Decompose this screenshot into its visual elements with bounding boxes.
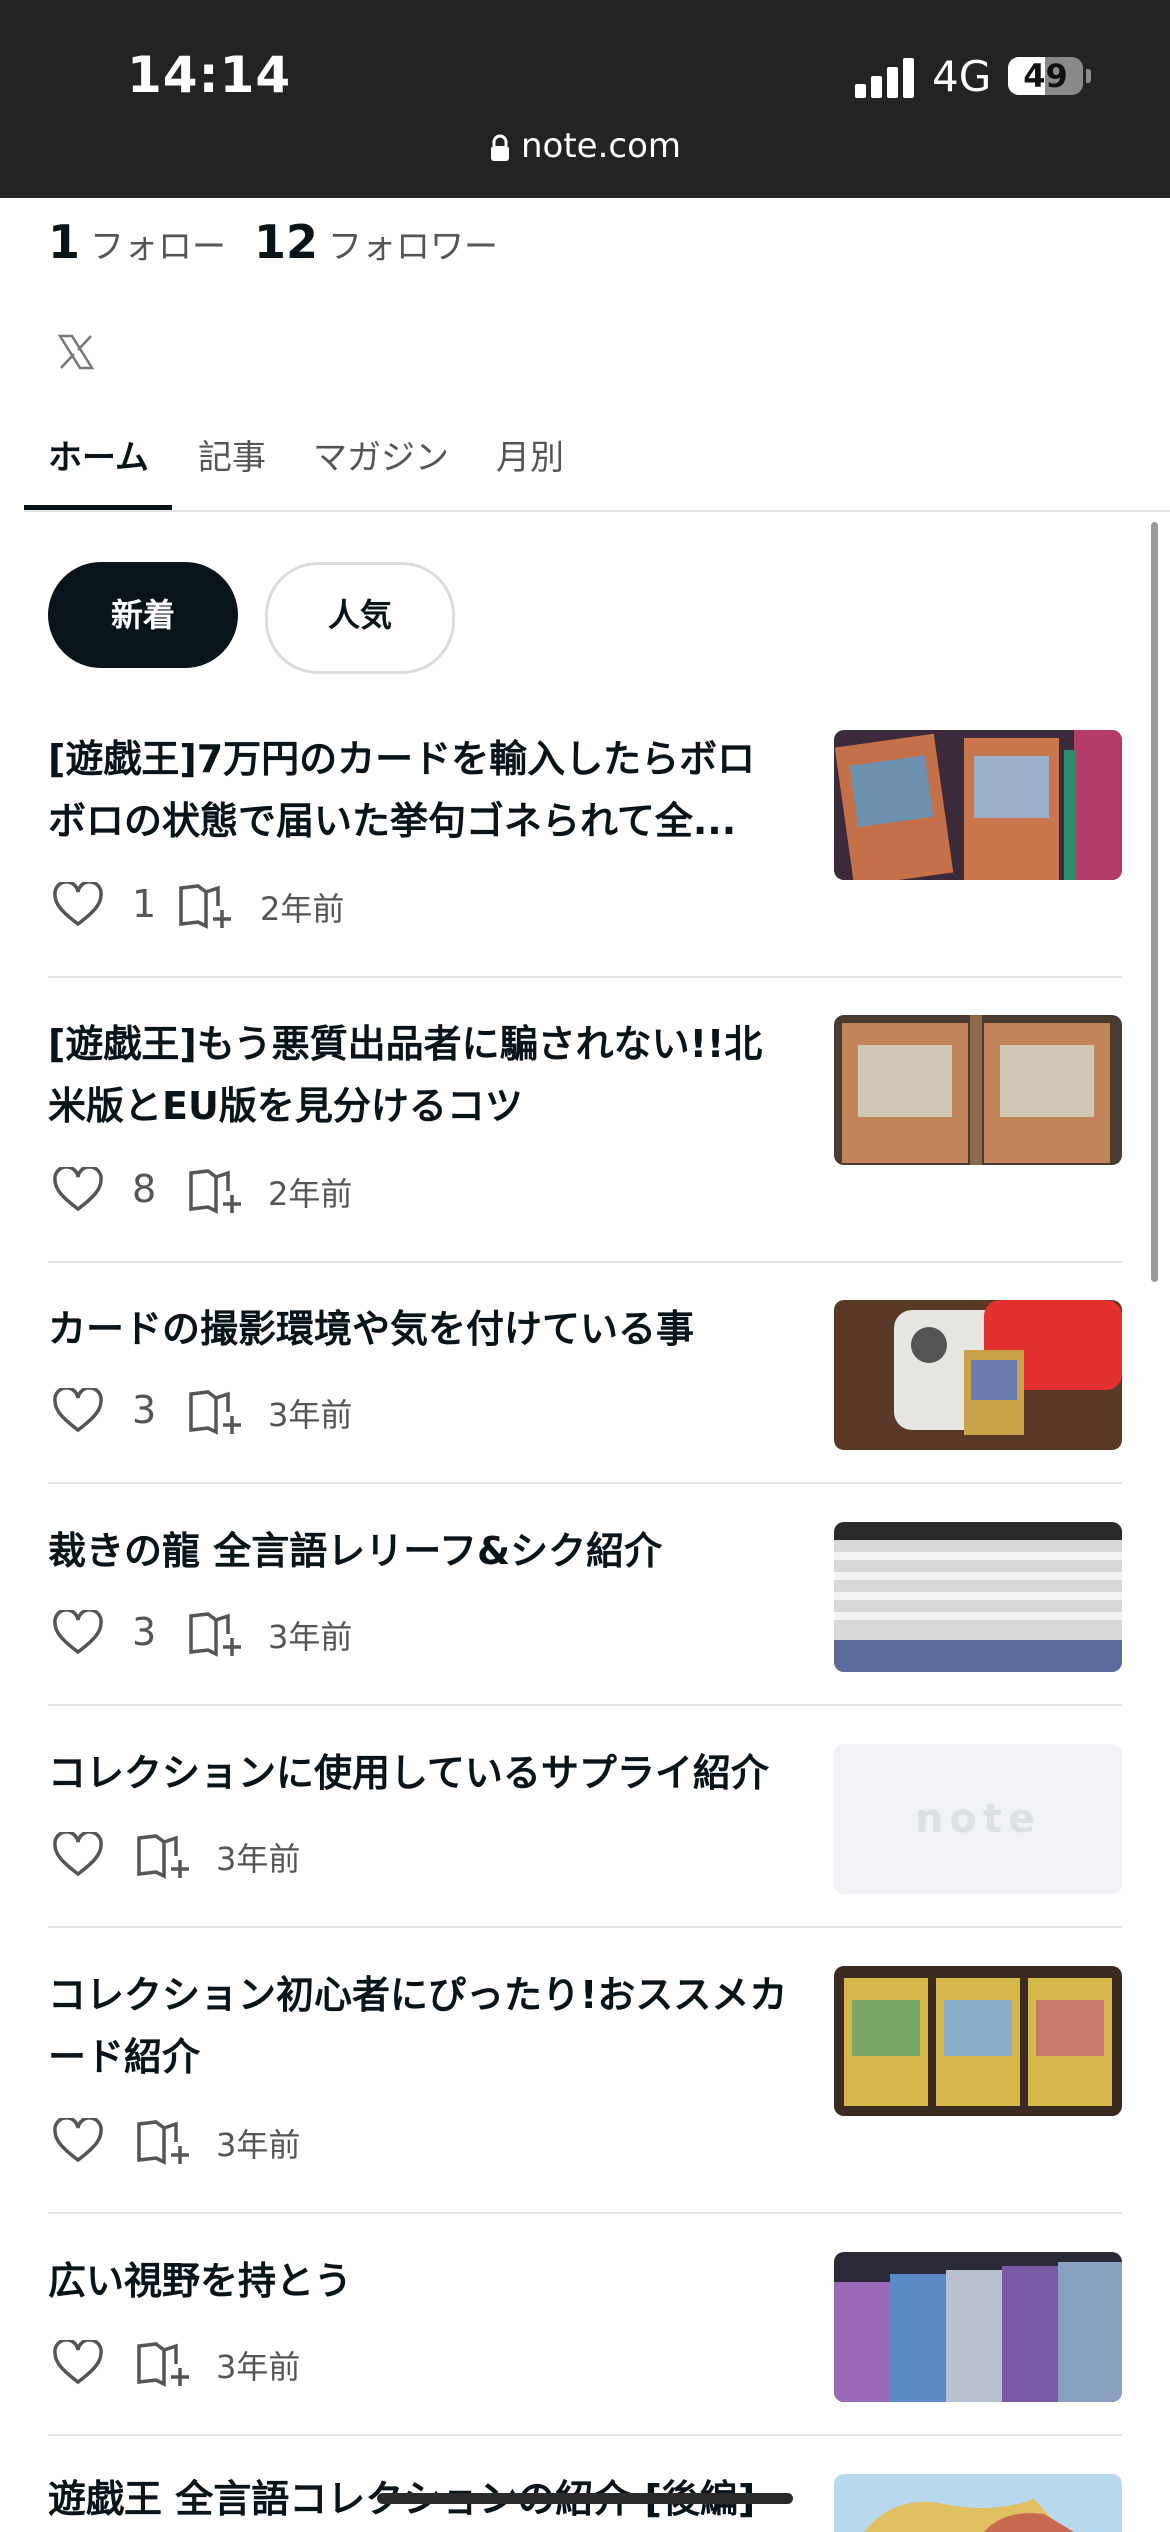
active-tab-indicator [24,505,172,510]
like-count: 3 [132,1610,157,1654]
filter-popular-button[interactable]: 人気 [265,562,455,674]
tab-articles[interactable]: 記事 [198,430,266,479]
address-bar[interactable]: note.com [0,126,1170,166]
article-item[interactable]: コレクション初心者にぴったり!おススメカード紹介 3年前 [48,1964,1122,2214]
article-title[interactable]: カードの撮影環境や気を付けている事 [48,1298,788,1360]
posted-ago: 3年前 [268,1618,353,1656]
article-title[interactable]: コレクションに使用しているサプライ紹介 [48,1742,788,1804]
scrollbar[interactable] [1151,522,1158,1282]
like-count: 1 [132,882,157,926]
add-to-magazine-icon[interactable] [188,1388,242,1436]
posted-ago: 3年前 [268,1396,353,1434]
heart-icon[interactable] [52,1388,104,1434]
article-item[interactable]: [遊戯王]もう悪質出品者に騙されない!!北米版とEU版を見分けるコツ 8 2年前 [48,1013,1122,1263]
heart-icon[interactable] [52,2340,104,2386]
article-item[interactable]: [遊戯王]7万円のカードを輸入したらボロボロの状態で届いた挙句ゴネられて全...… [48,728,1122,978]
following-label[interactable]: フォロー [90,227,226,267]
article-thumbnail[interactable] [834,1015,1122,1165]
home-indicator[interactable] [377,2493,793,2504]
add-to-magazine-icon[interactable] [136,2340,190,2388]
add-to-magazine-icon[interactable] [136,2118,190,2166]
posted-ago: 3年前 [216,1840,301,1878]
add-to-magazine-icon[interactable] [188,1167,242,1215]
network-type: 4G [932,52,992,101]
article-title[interactable]: コレクション初心者にぴったり!おススメカード紹介 [48,1964,788,2088]
divider [48,1926,1122,1928]
article-thumbnail[interactable] [834,2474,1122,2532]
divider [48,1482,1122,1484]
article-thumbnail[interactable] [834,1966,1122,2116]
article-thumbnail[interactable] [834,1522,1122,1672]
like-count: 3 [132,1388,157,1432]
add-to-magazine-icon[interactable] [188,1610,242,1658]
divider [48,976,1122,978]
article-title[interactable]: [遊戯王]もう悪質出品者に騙されない!!北米版とEU版を見分けるコツ [48,1013,788,1137]
profile-tabs: ホーム 記事 マガジン 月別 [24,430,1170,512]
heart-icon[interactable] [52,882,104,928]
article-title[interactable]: 裁きの龍 全言語レリーフ&シク紹介 [48,1520,788,1582]
divider [48,1704,1122,1706]
article-title[interactable]: [遊戯王]7万円のカードを輸入したらボロボロの状態で届いた挙句ゴネられて全... [48,728,788,852]
tab-home[interactable]: ホーム [48,430,149,479]
following-count[interactable]: 1 [48,215,80,269]
heart-icon[interactable] [52,2118,104,2164]
followers-count[interactable]: 12 [254,215,318,269]
article-title[interactable]: 広い視野を持とう [48,2250,788,2312]
follow-stats: 1 フォロー 12 フォロワー [48,215,526,269]
article-item[interactable]: コレクションに使用しているサプライ紹介 note 3年前 [48,1742,1122,1928]
add-to-magazine-icon[interactable] [136,1832,190,1880]
add-to-magazine-icon[interactable] [178,882,232,930]
followers-label[interactable]: フォロワー [328,227,498,267]
like-count: 8 [132,1167,157,1211]
battery-level: 49 [1023,57,1068,95]
heart-icon[interactable] [52,1832,104,1878]
posted-ago: 2年前 [268,1175,353,1213]
article-item[interactable]: 広い視野を持とう 3年前 [48,2250,1122,2436]
tab-magazines[interactable]: マガジン [313,430,449,479]
lock-icon [490,134,509,161]
heart-icon[interactable] [52,1167,104,1213]
article-thumbnail[interactable] [834,730,1122,880]
posted-ago: 3年前 [216,2348,301,2386]
url-text: note.com [520,126,682,166]
status-time: 14:14 [127,46,292,104]
x-social-icon[interactable] [56,332,96,372]
posted-ago: 3年前 [216,2126,301,2164]
article-thumbnail-placeholder[interactable]: note [834,1744,1122,1894]
posted-ago: 2年前 [260,890,345,928]
article-meta: 3年前 [48,2334,448,2394]
article-item[interactable]: カードの撮影環境や気を付けている事 3 3年前 [48,1298,1122,1484]
article-meta: 3年前 [48,1826,448,1886]
article-thumbnail[interactable] [834,2252,1122,2402]
article-meta: 1 2年前 [48,876,448,936]
filter-new-button[interactable]: 新着 [48,562,238,668]
article-meta: 8 2年前 [48,1161,448,1221]
divider [48,1261,1122,1263]
cellular-signal-icon [855,58,915,98]
article-meta: 3 3年前 [48,1382,448,1442]
battery-tip [1086,69,1091,83]
divider [48,2434,1122,2436]
battery-icon: 49 [1008,57,1083,95]
divider [48,2212,1122,2214]
article-thumbnail[interactable] [834,1300,1122,1450]
browser-status-bar: 14:14 4G 49 note.com [0,0,1170,198]
article-item[interactable]: 裁きの龍 全言語レリーフ&シク紹介 3 3年前 [48,1520,1122,1706]
heart-icon[interactable] [52,1610,104,1656]
article-meta: 3 3年前 [48,1604,448,1664]
article-meta: 3年前 [48,2112,448,2172]
note-logo-placeholder: note [914,1796,1042,1842]
tab-monthly[interactable]: 月別 [496,430,564,479]
